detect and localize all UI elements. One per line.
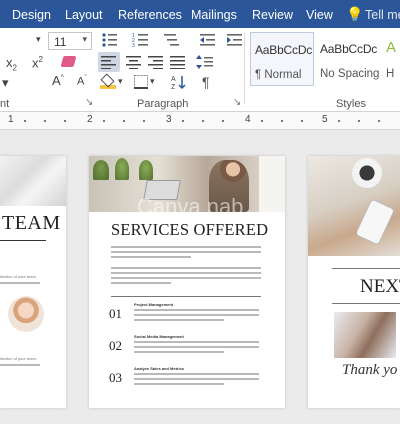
window-light	[259, 156, 285, 212]
justify-icon[interactable]	[170, 55, 186, 69]
coffee-cup-icon	[352, 158, 382, 188]
services-title: SERVICES OFFERED	[111, 220, 269, 239]
chevron-down-icon: ▾	[150, 76, 155, 86]
ruler-number: 3	[166, 114, 172, 125]
align-right-icon[interactable]	[148, 55, 164, 69]
team-member-photo	[8, 296, 44, 332]
service-number: 03	[109, 370, 122, 385]
group-divider	[244, 32, 245, 104]
ruler-number: 4	[245, 114, 251, 125]
svg-text:3: 3	[132, 43, 135, 48]
chevron-down-icon: ▾	[118, 76, 123, 86]
tell-me-search[interactable]: Tell me	[365, 8, 400, 22]
styles-group-label: Styles	[336, 98, 366, 110]
svg-text:A: A	[171, 76, 176, 83]
plant-icon	[139, 160, 153, 180]
sort-icon[interactable]: AZ	[171, 74, 187, 90]
style-name: No Spacing	[320, 68, 380, 80]
service-title: Analyze Sales and Metrics	[134, 366, 185, 371]
section-divider	[332, 303, 400, 304]
team-heading: TEAM	[2, 212, 61, 234]
font-size-box[interactable]: 11 ▾	[48, 32, 92, 50]
increase-indent-icon[interactable]	[226, 32, 244, 48]
ribbon-tab-bar: Design Layout References Mailings Review…	[0, 0, 400, 28]
paragraph-group-label: Paragraph	[137, 98, 189, 110]
team-text: llection of your team.	[0, 274, 37, 279]
numbering-icon[interactable]: 123	[132, 32, 150, 48]
style-name: ¶ Normal	[255, 69, 302, 81]
watermark: Canva nab	[137, 194, 244, 219]
subscript-icon[interactable]: x2	[6, 55, 17, 73]
plant-icon	[93, 160, 109, 180]
hands-phone-photo	[308, 156, 400, 256]
team-photo	[334, 312, 396, 358]
service-number: 02	[109, 338, 122, 353]
ruler-number: 5	[322, 114, 328, 125]
svg-text:Z: Z	[171, 84, 176, 90]
horizontal-ruler[interactable]: 1 2 3 4 5	[0, 112, 400, 130]
font-color-icon[interactable]: ▾	[2, 75, 9, 91]
lightbulb-icon: 💡	[346, 6, 364, 22]
style-no-spacing[interactable]: AaBbCcDc No Spacing	[316, 32, 380, 86]
service-title: Project Management	[134, 302, 174, 307]
phone-icon	[354, 198, 396, 246]
bullets-icon[interactable]	[101, 32, 119, 48]
multilevel-list-icon[interactable]	[163, 32, 181, 48]
shading-icon[interactable]	[100, 73, 116, 89]
team-text: llection of your team.	[0, 356, 37, 361]
borders-icon[interactable]	[134, 75, 148, 89]
section-divider	[111, 296, 261, 297]
shrink-font-icon[interactable]: Aˇ	[77, 75, 87, 88]
page-services[interactable]: Canva nab SERVICES OFFERED 01 Project Ma…	[89, 156, 285, 408]
section-divider	[332, 268, 400, 269]
heading-rule	[0, 240, 46, 241]
tab-design[interactable]: Design	[12, 8, 51, 22]
ruler-number: 1	[8, 114, 14, 125]
style-sample: AaBbCcDc	[320, 42, 378, 56]
page-next[interactable]: NEXT Thank yo	[308, 156, 400, 408]
tab-references[interactable]: References	[118, 8, 182, 22]
eraser-icon[interactable]	[60, 56, 77, 67]
style-heading[interactable]: A H	[382, 32, 400, 86]
ruler-number: 2	[87, 114, 93, 125]
line-spacing-icon[interactable]	[196, 54, 214, 70]
next-heading: NEXT	[360, 276, 400, 297]
plant-icon	[115, 158, 129, 180]
style-sample: A	[386, 39, 396, 56]
style-name: H	[386, 68, 395, 80]
ribbon: 11 ▾ ▾ x2 x2 ▾ A^ Aˇ 123 ▾ ▾ AZ ¶ nt ↘ P…	[0, 28, 400, 112]
style-normal[interactable]: AaBbCcDc ¶ Normal	[250, 32, 314, 86]
tab-review[interactable]: Review	[252, 8, 293, 22]
tab-layout[interactable]: Layout	[65, 8, 103, 22]
dialog-launcher-icon[interactable]: ↘	[85, 97, 93, 108]
chevron-down-icon: ▾	[36, 34, 41, 44]
style-sample: AaBbCcDc	[255, 43, 313, 57]
tab-view[interactable]: View	[306, 8, 333, 22]
align-left-icon	[101, 56, 116, 69]
page-team[interactable]: TEAM llection of your team. llection of …	[0, 156, 66, 408]
align-center-icon[interactable]	[126, 55, 142, 69]
dialog-launcher-icon[interactable]: ↘	[233, 97, 241, 108]
decrease-indent-icon[interactable]	[199, 32, 217, 48]
thank-you-text: Thank yo	[342, 362, 398, 378]
superscript-icon[interactable]: x2	[32, 55, 43, 70]
pilcrow-icon[interactable]: ¶	[202, 74, 210, 90]
grow-font-icon[interactable]: A^	[52, 73, 64, 88]
marble-image	[0, 156, 66, 206]
service-number: 01	[109, 306, 122, 321]
font-group-label: nt	[0, 98, 10, 110]
font-size-value: 11	[54, 35, 67, 49]
service-title: Social Media Management	[134, 334, 184, 339]
chevron-down-icon: ▾	[82, 34, 87, 44]
document-canvas[interactable]: TEAM llection of your team. llection of …	[0, 130, 400, 424]
tab-mailings[interactable]: Mailings	[191, 8, 237, 22]
